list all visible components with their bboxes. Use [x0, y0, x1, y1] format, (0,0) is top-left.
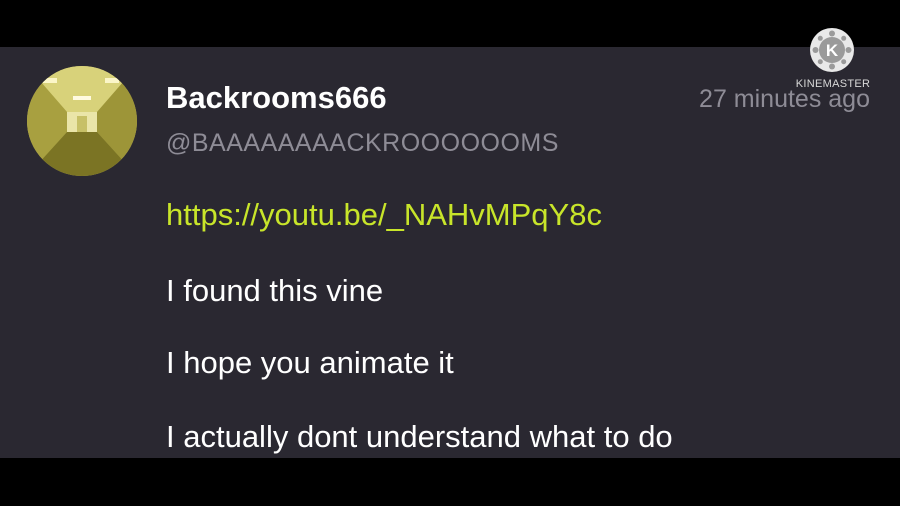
- message-line-1: I found this vine: [166, 273, 384, 308]
- kinemaster-watermark: K KINEMASTER: [792, 27, 874, 97]
- youtube-link[interactable]: https://youtu.be/_NAHvMPqY8c: [166, 197, 602, 233]
- message-line-3: I actually dont understand what to do: [166, 419, 673, 454]
- post-card: Backrooms666 @BAAAAAAAACKROOOOOOMS 27 mi…: [0, 47, 900, 458]
- user-handle: @BAAAAAAAACKROOOOOOMS: [166, 129, 559, 157]
- message-line-2: I hope you animate it: [166, 345, 454, 380]
- backrooms-hallway-avatar: [27, 66, 137, 176]
- svg-text:K: K: [826, 41, 839, 60]
- kinemaster-logo-icon: K: [810, 28, 854, 72]
- kinemaster-wordmark: KINEMASTER: [795, 78, 871, 90]
- avatar[interactable]: [27, 66, 137, 176]
- username[interactable]: Backrooms666: [166, 80, 387, 116]
